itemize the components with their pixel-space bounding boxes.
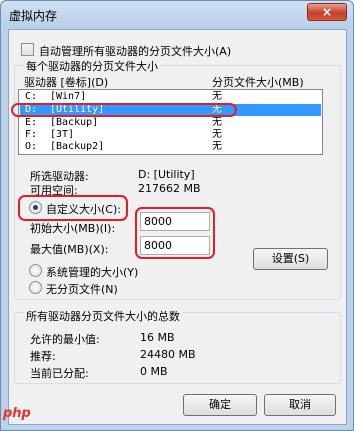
current-allocated-label: 当前已分配: (30, 367, 89, 380)
drive-label: [3T] (50, 129, 75, 140)
column-header-drive: 驱动器 [卷标](D) (24, 76, 109, 89)
drive-letter: C: (25, 91, 38, 102)
max-size-label: 最大值(MB)(X): (30, 243, 109, 256)
drive-label: [Backup2] (50, 141, 105, 152)
drive-letter: O: (25, 141, 38, 152)
per-drive-group-title: 每个驱动器的分页文件大小 (24, 58, 160, 74)
cancel-button[interactable]: 取消 (264, 394, 336, 416)
drive-row-c[interactable]: C: [Win7] 无 (20, 91, 321, 103)
close-button[interactable]: × (307, 3, 347, 21)
drive-paging-size: 无 (212, 129, 222, 140)
drive-list[interactable]: C: [Win7] 无 D: [Utility] 无 E: [Backup] 无… (18, 89, 323, 155)
set-button[interactable]: 设置(S) (253, 248, 328, 270)
drive-letter: F: (25, 129, 38, 140)
drive-letter: E: (25, 117, 38, 128)
php-watermark-logo: php (3, 406, 37, 426)
initial-size-label: 初始大小(MB)(I): (30, 222, 116, 235)
close-icon: × (321, 5, 333, 19)
drive-label: [Win7] (50, 91, 87, 102)
watermark-text: php (3, 406, 31, 421)
min-allowed-label: 允许的最小值: (30, 333, 100, 346)
auto-manage-label[interactable]: 自动管理所有驱动器的分页文件大小(A) (39, 43, 231, 59)
totals-group-title: 所有驱动器分页文件大小的总数 (24, 308, 182, 324)
window-title: 虚拟内存 (9, 9, 58, 23)
size-inputs-highlight (135, 207, 215, 259)
auto-manage-checkbox[interactable] (21, 43, 34, 56)
free-space-value: 217662 MB (138, 182, 201, 195)
drive-paging-size: 无 (212, 141, 222, 152)
drive-row-f[interactable]: F: [3T] 无 (20, 129, 321, 141)
drive-row-o[interactable]: O: [Backup2] 无 (20, 141, 321, 153)
custom-size-highlight (18, 195, 128, 221)
ok-button[interactable]: 确定 (183, 394, 257, 416)
system-managed-label[interactable]: 系统管理的大小(Y) (46, 264, 138, 280)
selected-drive-value: D: [Utility] (138, 168, 195, 181)
no-paging-label[interactable]: 无分页文件(N) (46, 281, 118, 297)
drive-paging-size: 无 (212, 91, 222, 102)
drive-paging-size: 无 (212, 117, 222, 128)
system-managed-radio[interactable] (29, 264, 42, 277)
title-bar: 虚拟内存 × (1, 1, 353, 29)
min-allowed-value: 16 MB (140, 331, 175, 344)
current-allocated-value: 0 MB (140, 365, 168, 378)
drive-row-e[interactable]: E: [Backup] 无 (20, 117, 321, 129)
drive-d-highlight (11, 103, 237, 117)
no-paging-radio[interactable] (29, 281, 42, 294)
recommended-label: 推荐: (30, 350, 56, 363)
column-header-size: 分页文件大小(MB) (212, 76, 304, 89)
recommended-value: 24480 MB (140, 348, 196, 361)
drive-label: [Backup] (50, 117, 99, 128)
